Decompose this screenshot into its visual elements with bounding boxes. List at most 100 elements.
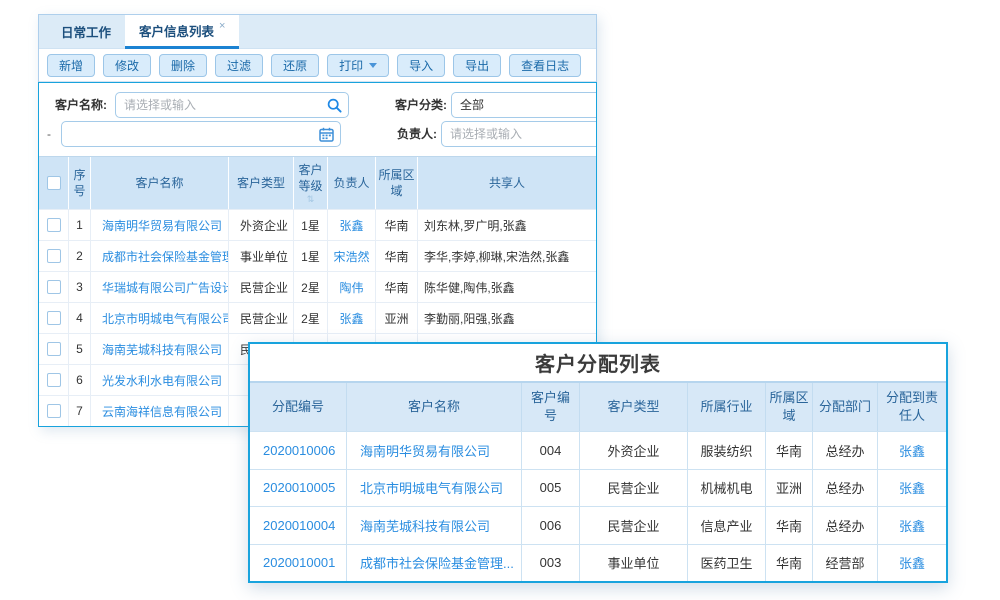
column-header-label: 客户名称: [408, 398, 460, 416]
assignee-link[interactable]: 张鑫: [878, 545, 946, 582]
customer-name-input[interactable]: [116, 93, 348, 117]
column-header-label: 所属区域: [769, 389, 809, 424]
column-header: 所属行业: [688, 383, 766, 431]
customer-type-cell: 民营企业: [580, 507, 688, 544]
export-button[interactable]: 导出: [453, 54, 501, 77]
customer-name-link[interactable]: 成都市社会保险基金管理...: [347, 545, 522, 582]
column-header-label: 客户类型: [607, 398, 659, 416]
print-button[interactable]: 打印: [327, 54, 389, 77]
column-header: 客户名称: [91, 157, 229, 209]
row-index-cell: 7: [69, 396, 91, 426]
customer-name-link[interactable]: 海南明华贸易有限公司: [347, 432, 522, 469]
column-header[interactable]: 客户等级⇅: [294, 157, 328, 209]
row-index-cell: 5: [69, 334, 91, 364]
column-header-label: 所属区域: [378, 167, 415, 199]
select-all-checkbox[interactable]: [47, 176, 61, 190]
button-label: 新增: [59, 57, 83, 74]
customer-name-link[interactable]: 云南海祥信息有限公司: [91, 396, 229, 426]
delete-button[interactable]: 删除: [159, 54, 207, 77]
owner-link[interactable]: 张鑫: [328, 210, 376, 240]
region-cell: 亚洲: [766, 470, 813, 507]
date-range-separator: -: [47, 127, 57, 141]
region-cell: 华南: [766, 432, 813, 469]
customer-type-cell: 事业单位: [580, 545, 688, 582]
allocation-panel: 客户分配列表 分配编号客户名称客户编号客户类型所属行业所属区域分配部门分配到责任…: [248, 342, 948, 583]
table-row: 2020010004海南芜城科技有限公司006民营企业信息产业华南总经办张鑫: [250, 506, 946, 544]
customer-name-link[interactable]: 华瑞城有限公司广告设计部: [91, 272, 229, 302]
table-row: 2成都市社会保险基金管理...事业单位1星宋浩然华南李华,李婷,柳琳,宋浩然,张…: [39, 240, 596, 271]
button-label: 过滤: [227, 57, 251, 74]
column-header: 所属区域: [766, 383, 813, 431]
column-header: 客户类型: [580, 383, 688, 431]
allocation-table-body: 2020010006海南明华贸易有限公司004外资企业服装纺织华南总经办张鑫20…: [250, 431, 946, 581]
shared-people-cell: 刘东林,罗广明,张鑫: [418, 210, 596, 240]
customer-name-link[interactable]: 北京市明城电气有限公司: [91, 303, 229, 333]
department-cell: 总经办: [813, 470, 878, 507]
row-checkbox[interactable]: [47, 373, 61, 387]
restore-button[interactable]: 还原: [271, 54, 319, 77]
column-header: 分配部门: [813, 383, 878, 431]
view-log-button[interactable]: 查看日志: [509, 54, 581, 77]
row-checkbox[interactable]: [47, 280, 61, 294]
allocation-no-link[interactable]: 2020010001: [250, 545, 347, 582]
customer-no-cell: 004: [522, 432, 580, 469]
button-label: 删除: [171, 57, 195, 74]
allocation-no-link[interactable]: 2020010004: [250, 507, 347, 544]
column-header: 共享人: [418, 157, 596, 209]
allocation-no-link[interactable]: 2020010006: [250, 432, 347, 469]
allocation-no-link[interactable]: 2020010005: [250, 470, 347, 507]
row-checkbox[interactable]: [47, 342, 61, 356]
department-cell: 总经办: [813, 432, 878, 469]
customer-name-link[interactable]: 海南芜城科技有限公司: [91, 334, 229, 364]
import-button[interactable]: 导入: [397, 54, 445, 77]
table-row: 3华瑞城有限公司广告设计部民营企业2星陶伟华南陈华健,陶伟,张鑫: [39, 271, 596, 302]
add-button[interactable]: 新增: [47, 54, 95, 77]
row-index-cell: 6: [69, 365, 91, 395]
row-checkbox-cell: [39, 241, 69, 271]
column-header-label: 分配部门: [819, 398, 871, 416]
tab-customer-info-list[interactable]: 客户信息列表×: [125, 15, 239, 49]
owner-link[interactable]: 宋浩然: [328, 241, 376, 271]
filter-button[interactable]: 过滤: [215, 54, 263, 77]
row-checkbox[interactable]: [47, 311, 61, 325]
customer-type-cell: 民营企业: [229, 303, 294, 333]
column-header: 客户编号: [522, 383, 580, 431]
assignee-link[interactable]: 张鑫: [878, 507, 946, 544]
customer-name-link[interactable]: 海南明华贸易有限公司: [91, 210, 229, 240]
owner-link[interactable]: 陶伟: [328, 272, 376, 302]
customer-name-link[interactable]: 光发水利水电有限公司: [91, 365, 229, 395]
customer-name-link[interactable]: 海南芜城科技有限公司: [347, 507, 522, 544]
shared-people-cell: 李华,李婷,柳琳,宋浩然,张鑫: [418, 241, 596, 271]
assignee-link[interactable]: 张鑫: [878, 470, 946, 507]
date-input[interactable]: [62, 122, 340, 146]
sort-icon[interactable]: ⇅: [307, 195, 315, 204]
customer-grade-cell: 2星: [294, 303, 328, 333]
row-checkbox[interactable]: [47, 218, 61, 232]
button-label: 修改: [115, 57, 139, 74]
customer-name-label: 客户名称:: [55, 96, 115, 113]
tab-daily-work[interactable]: 日常工作: [47, 15, 125, 48]
row-checkbox[interactable]: [47, 249, 61, 263]
row-checkbox[interactable]: [47, 404, 61, 418]
customer-category-select[interactable]: 全部: [451, 92, 596, 118]
customer-name-link[interactable]: 北京市明城电气有限公司: [347, 470, 522, 507]
customer-name-link[interactable]: 成都市社会保险基金管理...: [91, 241, 229, 271]
assignee-link[interactable]: 张鑫: [878, 432, 946, 469]
customer-type-cell: 外资企业: [229, 210, 294, 240]
customer-table-header: 序号客户名称客户类型客户等级⇅负责人所属区域共享人: [39, 157, 596, 209]
calendar-icon[interactable]: [319, 127, 334, 142]
select-all-cell: [39, 157, 69, 209]
region-cell: 华南: [376, 210, 418, 240]
row-index-cell: 2: [69, 241, 91, 271]
column-header-label: 序号: [71, 167, 88, 199]
owner-filter-field: [441, 121, 596, 147]
search-icon[interactable]: [327, 98, 342, 113]
column-header: 序号: [69, 157, 91, 209]
tab-close-icon[interactable]: ×: [219, 20, 225, 32]
row-checkbox-cell: [39, 365, 69, 395]
button-label: 查看日志: [521, 57, 569, 74]
column-header: 负责人: [328, 157, 376, 209]
edit-button[interactable]: 修改: [103, 54, 151, 77]
owner-filter-input[interactable]: [442, 122, 596, 146]
owner-link[interactable]: 张鑫: [328, 303, 376, 333]
